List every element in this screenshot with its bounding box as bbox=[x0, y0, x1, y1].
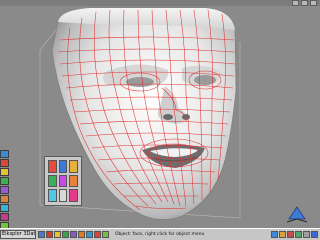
tool-icon[interactable] bbox=[0, 177, 9, 185]
tray-icon[interactable] bbox=[311, 231, 318, 238]
material-palette bbox=[44, 156, 82, 206]
taskbar-app-icon[interactable] bbox=[46, 231, 53, 238]
taskbar-app-icon[interactable] bbox=[102, 231, 109, 238]
material-swatch[interactable] bbox=[58, 189, 68, 202]
material-swatch[interactable] bbox=[58, 160, 68, 173]
taskbar-app-icon[interactable] bbox=[70, 231, 77, 238]
material-swatch[interactable] bbox=[48, 174, 57, 188]
taskbar-app-icon[interactable] bbox=[86, 231, 93, 238]
tool-icon[interactable] bbox=[0, 195, 9, 203]
tool-icon[interactable] bbox=[0, 159, 9, 167]
material-swatch[interactable] bbox=[69, 189, 78, 202]
status-text: Object: face, right click for object men… bbox=[115, 232, 205, 237]
axis-gizmo-icon[interactable] bbox=[285, 203, 309, 223]
taskbar-app-icon[interactable] bbox=[54, 231, 61, 238]
material-swatch[interactable] bbox=[58, 174, 68, 188]
tool-icon[interactable] bbox=[0, 204, 9, 212]
tool-icon[interactable] bbox=[0, 150, 9, 158]
taskbar-app-icon[interactable] bbox=[62, 231, 69, 238]
taskbar-app-icon[interactable] bbox=[78, 231, 85, 238]
tray-icon[interactable] bbox=[303, 231, 310, 238]
taskbar-app-icon[interactable] bbox=[38, 231, 45, 238]
tray-icon[interactable] bbox=[271, 231, 278, 238]
tray-icon[interactable] bbox=[295, 231, 302, 238]
material-swatch[interactable] bbox=[48, 160, 57, 173]
material-swatch[interactable] bbox=[69, 174, 78, 188]
tray-icon[interactable] bbox=[279, 231, 286, 238]
tool-icon[interactable] bbox=[0, 213, 9, 221]
tray-icons bbox=[271, 231, 318, 238]
taskbar-app-icon[interactable] bbox=[94, 231, 101, 238]
left-toolbar bbox=[0, 150, 10, 228]
taskbar-icons bbox=[38, 231, 109, 238]
start-button[interactable]: Eiksplor 3DatA bbox=[0, 230, 36, 239]
tray-icon[interactable] bbox=[287, 231, 294, 238]
start-button-label: Eiksplor 3DatA bbox=[2, 231, 36, 237]
tool-icon[interactable] bbox=[0, 168, 9, 176]
tool-icon[interactable] bbox=[0, 186, 9, 194]
3d-viewport[interactable] bbox=[0, 0, 320, 228]
material-swatch[interactable] bbox=[48, 189, 57, 202]
material-swatch[interactable] bbox=[69, 160, 78, 173]
taskbar: Eiksplor 3DatA Object: face, right click… bbox=[0, 228, 320, 240]
